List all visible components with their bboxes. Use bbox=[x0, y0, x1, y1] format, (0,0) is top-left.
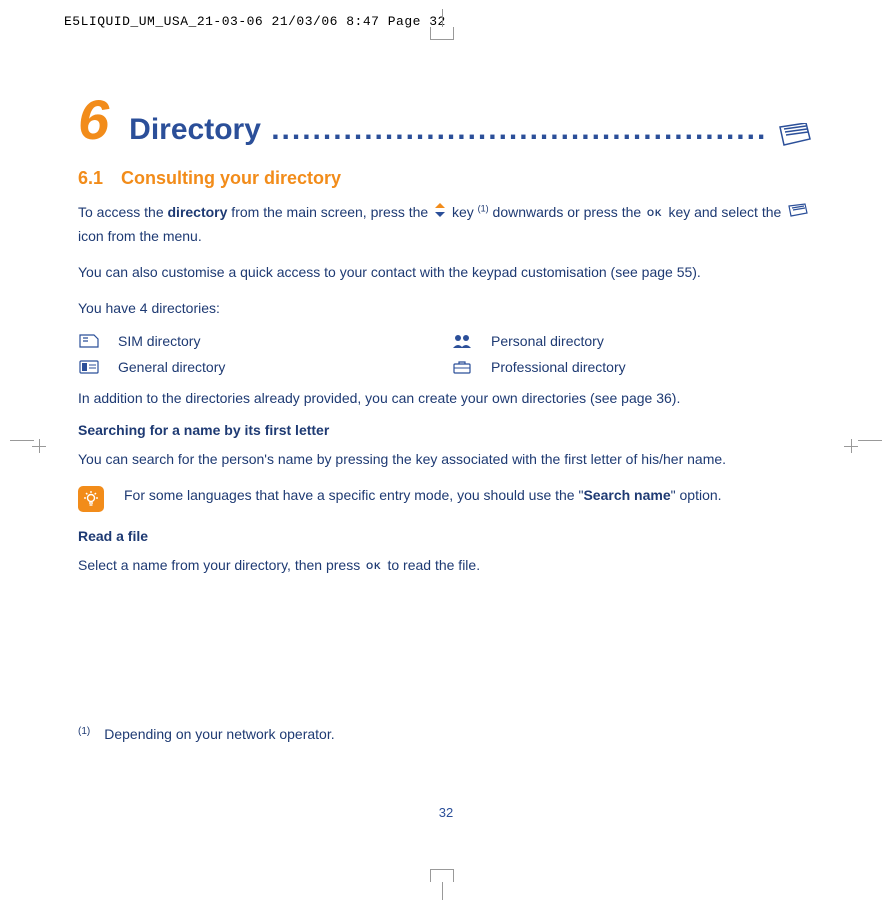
section-heading: 6.1 Consulting your directory bbox=[78, 168, 814, 189]
crop-mark-bottom bbox=[430, 869, 454, 882]
professional-directory-label: Professional directory bbox=[491, 359, 814, 375]
chapter-dots: ........................................… bbox=[261, 113, 767, 146]
paragraph-1: To access the directory from the main sc… bbox=[78, 201, 814, 249]
proof-header: E5LIQUID_UM_USA_21-03-06 21/03/06 8:47 P… bbox=[64, 14, 446, 29]
crop-mark-left bbox=[20, 439, 48, 440]
section-title: Consulting your directory bbox=[121, 168, 341, 189]
directory-list: SIM directory Personal directory General… bbox=[78, 333, 814, 375]
chapter-number: 6 bbox=[78, 92, 109, 148]
crop-mark-top bbox=[430, 27, 454, 40]
general-directory-label: General directory bbox=[118, 359, 441, 375]
ok-key-icon: OK bbox=[366, 559, 382, 574]
content-area: 6 Directory ............................… bbox=[78, 92, 814, 590]
subheading-search: Searching for a name by its first letter bbox=[78, 422, 814, 438]
paragraph-6: Select a name from your directory, then … bbox=[78, 554, 814, 578]
tip-bulb-icon bbox=[78, 486, 104, 512]
footnote-text: Depending on your network operator. bbox=[104, 726, 334, 742]
paragraph-3: You have 4 directories: bbox=[78, 297, 814, 321]
sim-directory-icon bbox=[78, 333, 100, 349]
personal-directory-icon bbox=[451, 333, 473, 349]
nav-updown-icon bbox=[434, 201, 446, 225]
subheading-readfile: Read a file bbox=[78, 528, 814, 544]
chapter-title: Directory ..............................… bbox=[129, 113, 814, 147]
professional-directory-icon bbox=[451, 359, 473, 375]
directory-book-icon bbox=[776, 121, 814, 155]
note-text: For some languages that have a specific … bbox=[124, 484, 814, 508]
ok-key-icon: OK bbox=[647, 206, 663, 221]
sim-directory-label: SIM directory bbox=[118, 333, 441, 349]
paragraph-5: You can search for the person's name by … bbox=[78, 448, 814, 472]
paragraph-2: You can also customise a quick access to… bbox=[78, 261, 814, 285]
personal-directory-label: Personal directory bbox=[491, 333, 814, 349]
page-number: 32 bbox=[0, 805, 892, 820]
footnote: (1) Depending on your network operator. bbox=[78, 726, 335, 742]
page: E5LIQUID_UM_USA_21-03-06 21/03/06 8:47 P… bbox=[0, 0, 892, 892]
general-directory-icon bbox=[78, 359, 100, 375]
chapter-heading: 6 Directory ............................… bbox=[78, 92, 814, 148]
crop-mark-right bbox=[844, 439, 872, 440]
paragraph-4: In addition to the directories already p… bbox=[78, 387, 814, 411]
footnote-mark: (1) bbox=[78, 726, 90, 742]
chapter-title-text: Directory bbox=[129, 113, 261, 146]
note-block: For some languages that have a specific … bbox=[78, 484, 814, 512]
menu-book-icon bbox=[787, 201, 809, 225]
section-number: 6.1 bbox=[78, 168, 103, 189]
